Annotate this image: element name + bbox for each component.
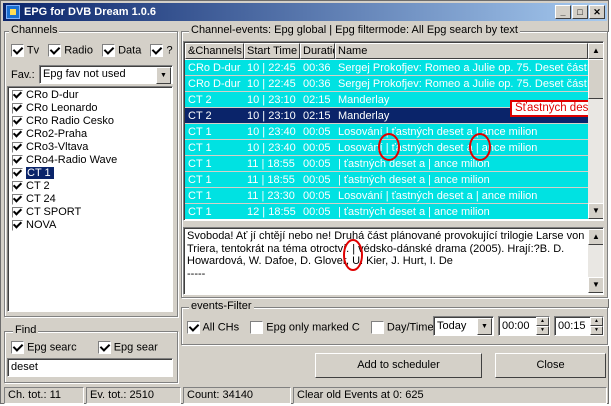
channel-type-filters: Tv Radio Data ? <box>11 44 173 57</box>
spin-down-icon[interactable]: ▼ <box>536 326 549 335</box>
channel-label: CRo Radio Cesko <box>26 115 115 127</box>
channel-checkbox[interactable] <box>12 128 23 140</box>
status-count: Count: 34140 <box>183 387 291 404</box>
only-marked-label: Epg only marked C <box>266 321 360 334</box>
maximize-button[interactable]: □ <box>572 5 588 19</box>
list-item[interactable]: CT SPORT <box>12 206 81 219</box>
find-input[interactable]: deset <box>7 358 173 377</box>
list-item[interactable]: CT 24 <box>12 193 56 206</box>
list-item[interactable]: CRo D-dur <box>12 89 79 102</box>
filter-radio-checkbox[interactable] <box>48 44 62 57</box>
channel-checkbox[interactable] <box>12 206 23 218</box>
events-filter-label: events-Filter <box>189 300 254 312</box>
day-select-value: Today <box>437 320 467 332</box>
spin-up-icon[interactable]: ▲ <box>536 317 549 326</box>
only-marked-checkbox[interactable] <box>250 321 264 334</box>
time-from-value: 00:00 <box>502 320 530 332</box>
channel-checkbox[interactable] <box>12 193 23 205</box>
annotation-ellipse <box>378 133 400 161</box>
epg-search-option2-label: Epg sear <box>113 341 158 354</box>
channel-label: NOVA <box>26 219 57 231</box>
channel-label: CT SPORT <box>26 206 82 218</box>
minimize-button[interactable]: _ <box>555 5 571 19</box>
list-item[interactable]: CRo4-Radio Wave <box>12 154 117 167</box>
add-to-scheduler-button[interactable]: Add to scheduler <box>315 353 482 378</box>
channel-label: CRo2-Praha <box>26 128 88 140</box>
epg-search-option1-checkbox[interactable] <box>11 341 24 354</box>
annotation-ellipses-desc <box>343 239 363 271</box>
annotation-ellipse <box>343 239 363 271</box>
epg-window: EPG for DVB Dream 1.0.6 _ □ ✕ Channels T… <box>0 0 609 404</box>
find-group-label: Find <box>13 324 39 336</box>
list-item-selected[interactable]: CT 1 <box>12 167 54 180</box>
annotation-ellipse <box>469 133 491 161</box>
status-ch-total: Ch. tot.: 11 <box>4 387 84 404</box>
app-icon <box>6 5 20 19</box>
status-clear-old: Clear old Events at 0: 625 <box>293 387 607 404</box>
channel-checkbox[interactable] <box>12 167 23 179</box>
list-item[interactable]: CRo Radio Cesko <box>12 115 114 128</box>
list-item[interactable]: NOVA <box>12 219 56 232</box>
time-to-value: 00:15 <box>558 320 586 332</box>
close-window-button[interactable]: ✕ <box>589 5 605 19</box>
channel-label: CT 1 <box>26 167 54 179</box>
chevron-down-icon[interactable]: ▼ <box>156 67 171 84</box>
channel-checkbox[interactable] <box>12 219 23 231</box>
time-to-spinner[interactable]: 00:15 ▲ ▼ <box>554 316 604 336</box>
channel-checkbox[interactable] <box>12 154 23 166</box>
close-button[interactable]: Close <box>495 353 606 378</box>
title-bar[interactable]: EPG for DVB Dream 1.0.6 _ □ ✕ <box>3 3 607 21</box>
daytime-checkbox[interactable] <box>370 321 384 334</box>
channel-label: CRo Leonardo <box>26 102 98 114</box>
annotation-ellipses <box>378 133 491 161</box>
channel-checkbox[interactable] <box>12 115 23 127</box>
spin-up-icon[interactable]: ▲ <box>590 317 603 326</box>
filter-tv-checkbox[interactable] <box>11 44 24 57</box>
daytime-label: Day/Time <box>386 321 434 334</box>
spin-down-icon[interactable]: ▼ <box>590 326 603 335</box>
channel-label: CT 24 <box>26 193 56 205</box>
find-options: Epg searc Epg sear <box>11 341 158 354</box>
filter-radio-label: Radio <box>64 44 93 57</box>
list-item[interactable]: CRo2-Praha <box>12 128 87 141</box>
fav-label: Fav.: <box>11 69 35 81</box>
filter-data-label: Data <box>118 44 142 57</box>
filter-tv-label: Tv <box>26 44 40 57</box>
channel-label: CT 2 <box>26 180 50 192</box>
filter-other-checkbox[interactable] <box>150 44 164 57</box>
window-title: EPG for DVB Dream 1.0.6 <box>24 6 157 18</box>
channel-checkbox[interactable] <box>12 180 23 192</box>
channel-checkbox[interactable] <box>12 141 23 153</box>
events-filter-options: All CHs Epg only marked C Day/Time <box>187 321 434 334</box>
fav-select-value: Epg fav not used <box>43 68 126 80</box>
channel-label: CRo D-dur <box>26 89 79 101</box>
channels-group-label: Channels <box>9 24 60 36</box>
epg-search-option1-label: Epg searc <box>27 341 77 354</box>
events-group-label: Channel-events: Epg global | Epg filterm… <box>189 24 520 36</box>
all-chs-label: All CHs <box>202 321 240 334</box>
channel-checkbox[interactable] <box>12 89 23 101</box>
list-item[interactable]: CT 2 <box>12 180 50 193</box>
filter-other-label: ? <box>166 44 173 57</box>
filter-data-checkbox[interactable] <box>102 44 116 57</box>
time-from-spinner[interactable]: 00:00 ▲ ▼ <box>498 316 550 336</box>
list-item[interactable]: CRo3-Vltava <box>12 141 88 154</box>
channel-list[interactable]: CRo D-dur CRo Leonardo CRo Radio Cesko C… <box>7 86 173 312</box>
all-chs-checkbox[interactable] <box>187 321 200 334</box>
find-input-value: deset <box>11 361 38 373</box>
channel-label: CRo3-Vltava <box>26 141 89 153</box>
chevron-down-icon[interactable]: ▼ <box>477 318 492 335</box>
epg-search-option2-checkbox[interactable] <box>97 341 111 354</box>
channel-checkbox[interactable] <box>12 102 23 114</box>
status-ev-total: Ev. tot.: 2510 <box>86 387 181 404</box>
list-item[interactable]: CRo Leonardo <box>12 102 98 115</box>
fav-select[interactable]: Epg fav not used ▼ <box>39 65 173 84</box>
channel-label: CRo4-Radio Wave <box>26 154 118 166</box>
day-select[interactable]: Today ▼ <box>433 316 494 336</box>
